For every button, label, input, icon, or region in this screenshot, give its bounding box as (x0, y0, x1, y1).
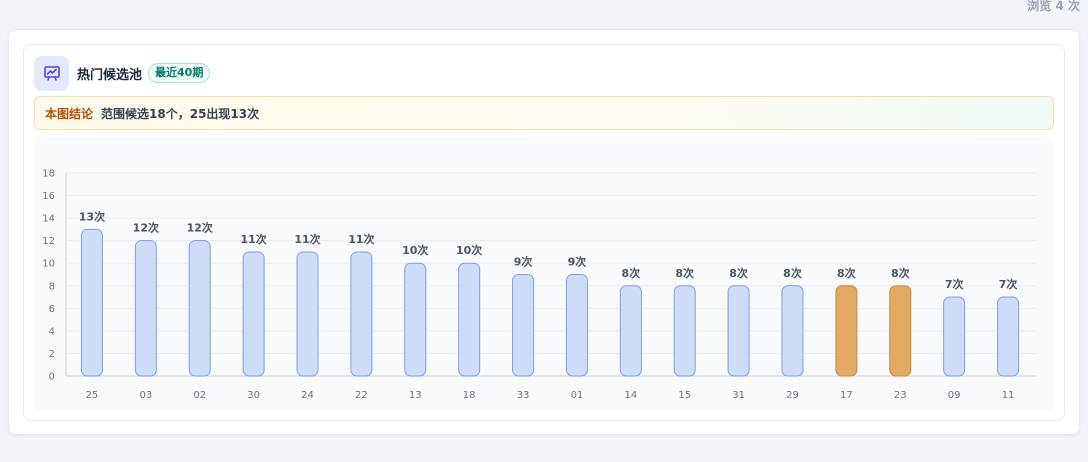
bar-value-label: 13次 (79, 209, 105, 223)
y-tick-label: 16 (42, 191, 55, 202)
outer-card: 热门候选池 最近40期 本图结论 范围候选18个，25出现13次 0 2 4 6 8 10… (8, 29, 1080, 435)
bar-value-label: 8次 (783, 266, 802, 280)
x-tick-label: 25 (86, 390, 99, 401)
bar-value-label: 7次 (945, 277, 964, 291)
y-tick-label: 14 (42, 214, 55, 225)
bar-03 (134, 240, 157, 377)
x-tick-label: 03 (139, 390, 152, 401)
x-tick-label: 18 (463, 390, 476, 401)
x-tick-label: 13 (409, 390, 422, 401)
x-tick-label: 23 (894, 390, 907, 401)
bar-31 (727, 285, 750, 377)
x-tick-label: 11 (1002, 390, 1015, 401)
y-tick-label: 6 (49, 304, 55, 315)
trend-chart-icon (34, 55, 69, 91)
y-tick-label: 18 (42, 169, 55, 180)
x-tick-label: 15 (678, 390, 691, 401)
bar-value-label: 8次 (675, 266, 694, 280)
bar-value-label: 11次 (240, 232, 266, 246)
x-tick-label: 02 (193, 390, 206, 401)
bar-value-label: 8次 (837, 266, 856, 280)
y-tick-label: 12 (42, 236, 55, 247)
bar-value-label: 12次 (187, 221, 213, 235)
y-tick-label: 10 (42, 259, 55, 270)
conclusion-text: 范围候选18个，25出现13次 (101, 106, 260, 121)
bar-24 (296, 251, 319, 377)
bar-09 (943, 296, 966, 377)
bar-value-label: 9次 (568, 255, 587, 269)
x-tick-label: 22 (355, 390, 368, 401)
x-tick-label: 17 (840, 390, 853, 401)
card-title: 热门候选池 (77, 67, 143, 83)
bar-value-label: 11次 (348, 232, 374, 246)
x-tick-label: 33 (517, 390, 530, 401)
bar-value-label: 10次 (456, 243, 482, 257)
period-badge: 最近40期 (148, 63, 211, 83)
conclusion-label: 本图结论 (45, 106, 94, 121)
bar-25 (80, 228, 103, 377)
bar-value-label: 8次 (891, 266, 910, 280)
hot-candidate-card: 热门候选池 最近40期 本图结论 范围候选18个，25出现13次 0 2 4 6 8 10… (23, 44, 1065, 421)
bar-30 (242, 251, 265, 377)
bar-23 (889, 285, 912, 377)
bar-value-label: 10次 (402, 243, 428, 257)
bar-17 (835, 285, 858, 377)
x-tick-label: 01 (571, 390, 584, 401)
x-tick-label: 24 (301, 390, 314, 401)
bar-11 (997, 296, 1020, 377)
bar-value-label: 9次 (514, 255, 533, 269)
conclusion-banner: 本图结论 范围候选18个，25出现13次 (34, 96, 1054, 130)
x-tick-label: 31 (732, 390, 745, 401)
x-tick-label: 29 (786, 390, 799, 401)
card-header: 热门候选池 最近40期 (34, 55, 211, 91)
bar-value-label: 12次 (133, 221, 159, 235)
bar-chart: 02468101214161813次2512次0312次0211次3011次24… (42, 169, 1036, 401)
y-tick-label: 0 (49, 372, 55, 383)
bar-value-label: 7次 (999, 277, 1018, 291)
bar-13 (404, 262, 427, 377)
bar-33 (512, 274, 535, 377)
bar-14 (619, 285, 642, 377)
bar-01 (565, 274, 588, 377)
bar-18 (458, 262, 481, 377)
view-count: 浏览 4 次 (1027, 0, 1080, 13)
x-tick-label: 30 (247, 390, 260, 401)
bar-value-label: 8次 (622, 266, 641, 280)
bar-value-label: 8次 (729, 266, 748, 280)
y-tick-label: 2 (49, 349, 55, 360)
y-tick-label: 8 (49, 281, 55, 292)
bar-22 (350, 251, 373, 377)
bar-02 (188, 240, 211, 377)
bar-29 (781, 285, 804, 377)
y-tick-label: 4 (49, 326, 55, 337)
bar-value-label: 11次 (294, 232, 320, 246)
bar-15 (673, 285, 696, 377)
bar-chart-panel: 0 2 4 6 8 10 12 14 16 18 13次 25 12次 03 12次 02 11次 30 11次 24… (34, 137, 1054, 410)
x-tick-label: 09 (948, 390, 961, 401)
x-tick-label: 14 (624, 390, 637, 401)
